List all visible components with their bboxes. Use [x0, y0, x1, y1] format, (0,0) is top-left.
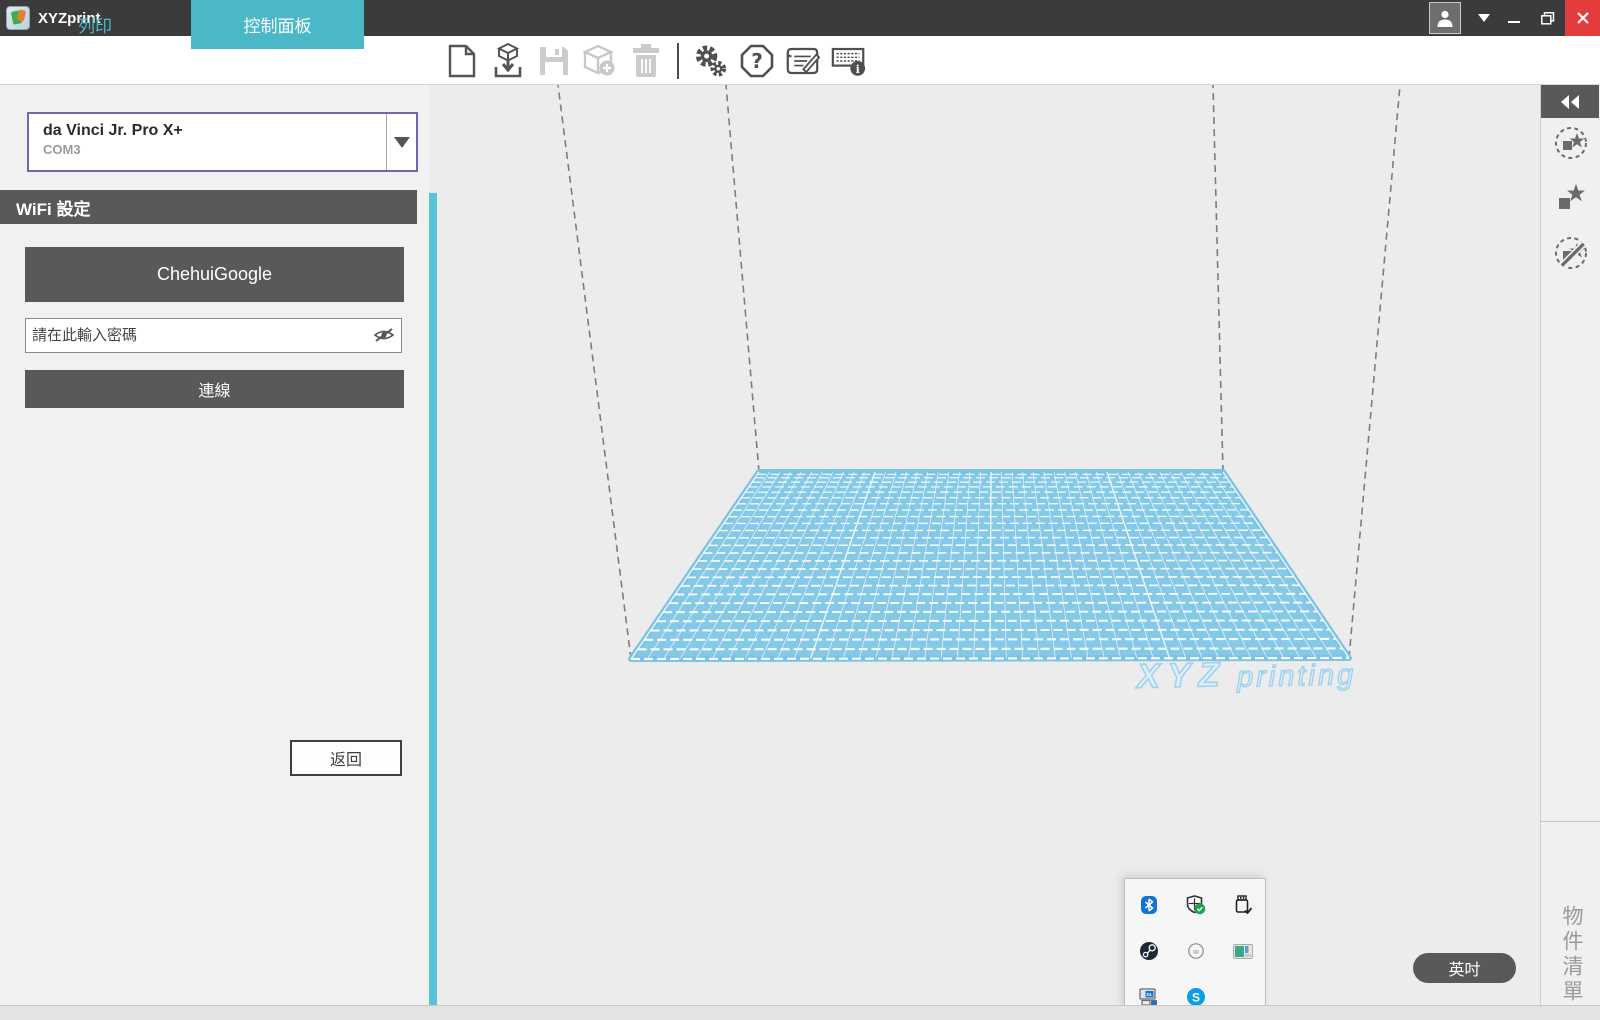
bluetooth-icon	[1140, 896, 1158, 914]
print-bed-scene: XYZ printing	[437, 85, 1540, 1005]
import-model-icon	[492, 43, 524, 79]
select-object-button[interactable]	[1553, 180, 1589, 216]
chevron-down-icon	[394, 137, 410, 148]
object-list-label: 物件清單	[1541, 865, 1600, 1020]
tab-control-panel[interactable]: 控制面板	[191, 0, 364, 49]
download-manager-icon: DL	[1139, 988, 1159, 1006]
restore-button[interactable]	[1531, 0, 1565, 36]
bluetooth-tray-button[interactable]	[1139, 895, 1159, 915]
skype-tray-button[interactable]: S	[1186, 987, 1206, 1007]
sidebar-divider	[1541, 821, 1600, 822]
toolbar: ? i	[444, 36, 866, 85]
delete-button[interactable]	[628, 41, 663, 81]
user-account-icon	[1435, 8, 1455, 28]
printer-dropdown-arrow[interactable]	[386, 114, 416, 170]
safely-remove-hardware-tray-button[interactable]	[1233, 895, 1253, 915]
account-dropdown-button[interactable]	[1471, 0, 1497, 36]
minimize-button[interactable]	[1497, 0, 1531, 36]
close-button[interactable]	[1565, 0, 1600, 36]
printer-model: da Vinci Jr. Pro X+	[43, 122, 386, 140]
svg-text:i: i	[856, 62, 860, 75]
help-button[interactable]: ?	[739, 41, 774, 81]
select-all-objects-button[interactable]	[1553, 125, 1589, 161]
windows-security-icon	[1186, 895, 1206, 915]
control-side-panel: da Vinci Jr. Pro X+ COM3 WiFi 設定 ChehuiG…	[0, 85, 429, 1005]
wifi-password-input[interactable]	[25, 318, 402, 353]
settings-button[interactable]	[693, 41, 728, 81]
adobe-cc-tray-button[interactable]: ∞	[1186, 941, 1206, 961]
download-manager-tray-button[interactable]: DL	[1139, 987, 1159, 1007]
minimize-icon	[1508, 12, 1520, 24]
new-file-icon	[448, 44, 476, 78]
wifi-connect-button[interactable]: 連線	[25, 370, 404, 408]
select-all-objects-icon	[1553, 125, 1589, 161]
display-color-icon	[1233, 944, 1253, 959]
safely-remove-hardware-icon	[1234, 895, 1252, 915]
wifi-ssid-button[interactable]: ChehuiGoogle	[25, 247, 404, 302]
collapse-panel-icon	[1560, 95, 1580, 109]
svg-text:printing: printing	[1236, 659, 1357, 694]
printer-port: COM3	[43, 142, 386, 157]
object-list-sidebar: 物件清單	[1540, 85, 1600, 1005]
window-bottom-edge	[0, 1005, 1600, 1020]
steam-tray-button[interactable]	[1139, 941, 1159, 961]
windows-security-tray-button[interactable]	[1186, 895, 1206, 915]
user-account-button[interactable]	[1429, 2, 1461, 34]
export-model-button[interactable]	[582, 41, 617, 81]
steam-icon	[1139, 941, 1159, 961]
delete-icon	[631, 44, 661, 78]
svg-text:?: ?	[751, 49, 763, 73]
show-password-button[interactable]	[372, 325, 396, 345]
svg-text:S: S	[1192, 990, 1200, 1004]
select-object-icon	[1554, 181, 1588, 215]
new-file-button[interactable]	[444, 41, 479, 81]
eula-document-button[interactable]	[785, 41, 820, 81]
close-icon	[1577, 12, 1589, 24]
build-plate-viewport[interactable]: XYZ printing	[437, 85, 1540, 1005]
eye-slash-icon	[372, 325, 396, 345]
save-icon	[538, 45, 570, 77]
toolbar-separator	[677, 43, 679, 79]
collapse-panel-button[interactable]	[1541, 85, 1599, 118]
xyzprint-window: XYZprint	[0, 0, 1600, 1020]
system-tray-popup: ∞ DL	[1124, 878, 1266, 1010]
tab-print[interactable]: 列印	[0, 0, 190, 49]
deselect-objects-button[interactable]	[1553, 235, 1589, 271]
deselect-objects-icon	[1553, 235, 1589, 271]
help-icon: ?	[740, 44, 774, 78]
printer-selector[interactable]: da Vinci Jr. Pro X+ COM3	[27, 112, 418, 172]
adobe-creative-cloud-icon: ∞	[1186, 943, 1206, 959]
keyboard-info-icon: i	[831, 44, 866, 78]
unit-toggle-button[interactable]: 英吋	[1413, 953, 1516, 983]
skype-icon: S	[1186, 987, 1206, 1007]
display-color-tray-button[interactable]	[1233, 941, 1253, 961]
wifi-settings-header: WiFi 設定	[0, 190, 417, 224]
svg-text:∞: ∞	[1192, 947, 1200, 957]
save-button[interactable]	[536, 41, 571, 81]
settings-gears-icon	[693, 43, 728, 79]
panel-scroll-strip[interactable]	[429, 193, 437, 1005]
restore-icon	[1541, 12, 1555, 25]
back-button[interactable]: 返回	[290, 740, 402, 776]
svg-text:DL: DL	[1146, 992, 1152, 997]
export-model-icon	[583, 45, 617, 77]
import-model-button[interactable]	[490, 41, 525, 81]
svg-text:XYZ: XYZ	[1135, 656, 1228, 696]
keyboard-info-button[interactable]: i	[831, 41, 866, 81]
eula-document-icon	[785, 44, 820, 78]
dropdown-caret-icon	[1478, 14, 1490, 22]
